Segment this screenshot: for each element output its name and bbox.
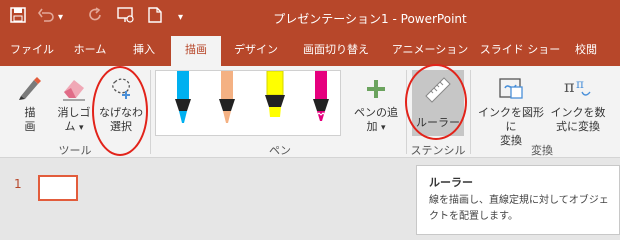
ink-to-shape-label-1: インクを図形に (478, 106, 544, 133)
add-pen-label-1: ペンの追 (354, 106, 398, 119)
ink-to-math-button[interactable]: ππ インクを数 式に変換 (548, 74, 608, 134)
ink-to-math-label-1: インクを数 (550, 106, 606, 119)
tab-design[interactable]: デザイン (228, 33, 284, 66)
tab-animations[interactable]: アニメーション (386, 33, 474, 66)
draw-icon (19, 77, 41, 100)
tools-group-label: ツール (58, 144, 92, 157)
tab-file[interactable]: ファイル (8, 33, 56, 66)
draw-label-1: 描 (24, 106, 36, 119)
svg-text:π: π (564, 77, 575, 96)
ink-to-math-label-2: 式に変換 (556, 120, 600, 133)
ink-to-shape-button[interactable]: インクを図形に 変換 (474, 74, 548, 148)
eraser-dropdown-icon[interactable]: ▾ (79, 123, 84, 133)
pen-pink[interactable] (212, 71, 242, 135)
eraser-button[interactable]: 消しゴ ム ▾ (52, 74, 96, 135)
ruler-highlight-oval (405, 64, 467, 140)
add-pen-button[interactable]: ペンの追 加 ▾ (348, 74, 404, 135)
plus-icon (367, 80, 385, 98)
add-pen-dropdown-icon[interactable]: ▾ (381, 123, 386, 133)
ruler-tooltip: ルーラー 線を描画し、直線定規に対してオブジェクトを配置します。 (416, 165, 620, 235)
pen-magenta[interactable] (306, 71, 336, 135)
ribbon-tabs: ファイル ホーム 挿入 描画 デザイン 画面切り替え アニメーション スライド … (0, 33, 620, 66)
pen-gallery (155, 70, 341, 136)
tab-home[interactable]: ホーム (68, 33, 112, 66)
ribbon: 描 画 消しゴ ム ▾ なげなわ 選択 ツール ペンの追 加 ▾ ペン ルーラー… (0, 64, 620, 158)
draw-button[interactable]: 描 画 (12, 74, 48, 134)
tooltip-title: ルーラー (429, 176, 473, 189)
tab-insert[interactable]: 挿入 (124, 33, 164, 66)
ribbon-separator (470, 70, 471, 154)
add-pen-label-2: 加 (366, 120, 378, 133)
title-bar: ▾ ▾ プレゼンテーション1 - PowerPoint (0, 0, 620, 33)
tab-draw[interactable]: 描画 (171, 36, 221, 66)
ink-to-math-icon: ππ (564, 77, 591, 96)
eraser-label-2: ム (64, 120, 76, 133)
eraser-icon (63, 80, 85, 101)
pen-yellow[interactable] (260, 70, 290, 135)
pen-blue[interactable] (168, 71, 198, 135)
ribbon-separator (150, 70, 151, 154)
slide-number: 1 (14, 177, 22, 191)
pens-group-label: ペン (269, 144, 291, 157)
ink-to-shape-icon (499, 78, 523, 99)
svg-text:π: π (576, 77, 584, 91)
eraser-label-1: 消しゴ (57, 106, 91, 119)
slide-thumbnail[interactable] (38, 175, 78, 201)
tab-review[interactable]: 校閲 (566, 33, 606, 66)
convert-group-label: 変換 (531, 144, 553, 157)
stencil-group-label: ステンシル (410, 144, 466, 157)
tooltip-body: 線を描画し、直線定規に対してオブジェクトを配置します。 (429, 195, 609, 222)
tab-slideshow[interactable]: スライド ショー (476, 33, 564, 66)
tab-transitions[interactable]: 画面切り替え (296, 33, 376, 66)
document-title: プレゼンテーション1 - PowerPoint (273, 12, 467, 26)
draw-label-2: 画 (24, 120, 36, 133)
